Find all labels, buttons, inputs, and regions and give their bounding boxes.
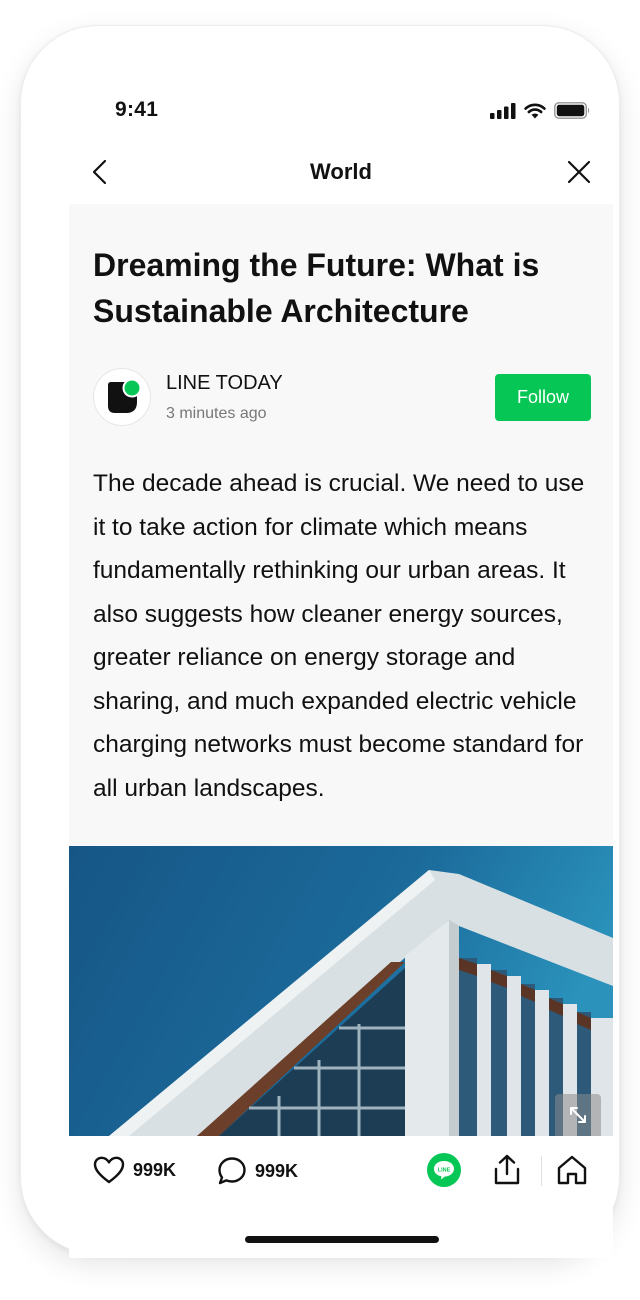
share-icon [494,1154,520,1185]
comment-icon [218,1157,246,1185]
comment-button[interactable]: 999K [217,1156,298,1186]
share-button[interactable] [489,1152,525,1188]
status-time: 9:41 [115,98,159,121]
app-screen: 9:41 World Dreaming the Future: What is … [69,78,613,1258]
article-image[interactable] [69,846,613,1136]
heart-icon [93,1156,125,1184]
publisher-row: LINE TODAY 3 minutes ago Follow [93,366,591,430]
comment-count: 999K [255,1160,299,1181]
page-title: World [310,159,372,184]
publish-time: 3 minutes ago [166,405,267,422]
phone-frame: 9:41 World Dreaming the Future: What is … [20,25,620,1258]
battery-icon [554,102,590,119]
nav-bar: World [69,140,613,204]
home-indicator[interactable] [245,1236,439,1243]
architecture-photo [69,846,613,1136]
line-badge-label: LINE [438,1168,451,1174]
status-bar: 9:41 [69,78,613,140]
cellular-signal-icon [490,102,516,119]
like-button[interactable]: 999K [93,1156,176,1184]
follow-button[interactable]: Follow [495,374,591,421]
line-share-button[interactable]: LINE [426,1152,462,1188]
bar-divider [541,1156,542,1186]
article-headline: Dreaming the Future: What is Sustainable… [93,247,540,329]
expand-icon [570,1107,586,1123]
home-button[interactable] [554,1152,590,1188]
article-content: Dreaming the Future: What is Sustainable… [69,204,613,846]
line-share-icon: LINE [427,1153,461,1187]
home-icon [557,1155,587,1185]
publisher-name[interactable]: LINE TODAY [166,372,283,395]
publisher-avatar[interactable] [93,368,151,426]
wifi-icon [524,103,546,119]
article-body: The decade ahead is crucial. We need to … [93,470,585,802]
close-icon [567,160,591,184]
status-icons [490,102,591,119]
expand-image-button[interactable] [555,1094,601,1136]
bottom-action-bar: 999K 999K LINE [69,1136,613,1206]
close-button[interactable] [565,158,593,186]
like-count: 999K [133,1159,177,1180]
line-today-logo-icon [108,378,142,413]
